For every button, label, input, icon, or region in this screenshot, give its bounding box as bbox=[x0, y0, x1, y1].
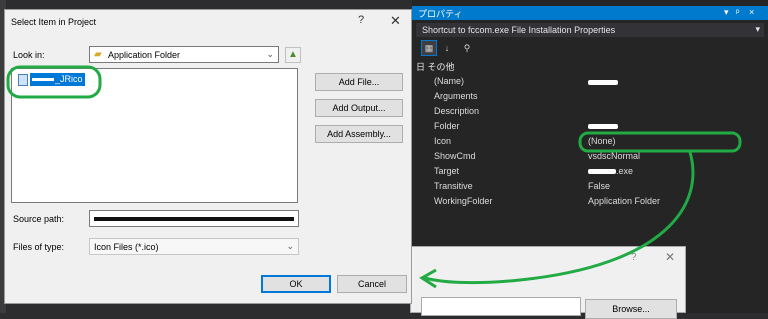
cancel-button[interactable]: Cancel bbox=[337, 275, 407, 293]
look-in-label: Look in: bbox=[13, 50, 45, 60]
category-header[interactable]: 日 その他 bbox=[416, 60, 455, 73]
object-selector-text: Shortcut to fccom.exe File Installation … bbox=[422, 25, 616, 35]
property-row-workingfolder[interactable]: WorkingFolder Application Folder bbox=[416, 195, 764, 209]
folder-icon: ▰ bbox=[94, 49, 102, 60]
properties-titlebar: プロパティ ▾ ᵖ × bbox=[412, 6, 768, 20]
project-item-list[interactable]: _JRico bbox=[11, 68, 298, 203]
property-pages-icon[interactable]: ⚲ bbox=[460, 41, 474, 55]
look-in-combo[interactable]: ▰ Application Folder ⌄ bbox=[89, 46, 279, 63]
property-name: Transitive bbox=[434, 181, 473, 191]
file-icon bbox=[18, 74, 28, 86]
property-name: Target bbox=[434, 166, 460, 176]
redaction-mark bbox=[94, 217, 294, 221]
categorized-icon[interactable]: ▦ bbox=[421, 40, 437, 56]
redaction-mark bbox=[588, 80, 618, 85]
close-icon[interactable]: ✕ bbox=[665, 250, 675, 264]
source-path-label: Source path: bbox=[13, 214, 65, 224]
files-of-type-value: Icon Files (*.ico) bbox=[94, 242, 159, 252]
property-name: ShowCmd bbox=[434, 151, 476, 161]
files-of-type-label: Files of type: bbox=[13, 242, 65, 252]
list-item-text: _JRico bbox=[55, 74, 83, 84]
dialog-title: Select Item in Project bbox=[11, 17, 97, 27]
select-item-dialog: Select Item in Project ? ✕ Look in: ▰ Ap… bbox=[4, 9, 412, 304]
property-name: Folder bbox=[434, 121, 460, 131]
pin-icon[interactable]: ᵖ bbox=[736, 7, 739, 17]
property-name: Description bbox=[434, 106, 480, 116]
property-name: WorkingFolder bbox=[434, 196, 493, 206]
close-icon[interactable]: ✕ bbox=[390, 13, 401, 29]
help-icon[interactable]: ? bbox=[358, 14, 364, 26]
chevron-down-icon: ▾ bbox=[755, 24, 760, 34]
property-value: vsdscNormal bbox=[588, 151, 641, 161]
alphabetical-icon[interactable]: ↓ bbox=[440, 41, 454, 55]
dropdown-icon[interactable]: ▾ bbox=[724, 7, 729, 18]
help-icon[interactable]: ? bbox=[631, 252, 637, 263]
list-item-label: _JRico bbox=[30, 73, 85, 86]
property-value: (None) bbox=[588, 136, 616, 146]
panel-title: プロパティ bbox=[418, 9, 463, 19]
ok-button[interactable]: OK bbox=[261, 275, 331, 293]
property-name: (Name) bbox=[434, 76, 465, 86]
property-name: Arguments bbox=[434, 91, 478, 101]
property-value: False bbox=[588, 181, 611, 191]
redaction-mark bbox=[588, 124, 618, 129]
chevron-down-icon: ⌄ bbox=[266, 49, 274, 59]
redaction-mark bbox=[32, 78, 54, 82]
properties-toolbar: ▦ ↓ ⚲ bbox=[416, 40, 764, 57]
property-row-transitive[interactable]: Transitive False bbox=[416, 180, 764, 194]
add-file-button[interactable]: Add File... bbox=[315, 73, 403, 91]
property-name: Icon bbox=[434, 136, 452, 146]
redaction-mark bbox=[588, 169, 616, 174]
object-selector[interactable]: Shortcut to fccom.exe File Installation … bbox=[416, 23, 764, 37]
property-row-arguments[interactable]: Arguments bbox=[416, 90, 764, 104]
add-output-button[interactable]: Add Output... bbox=[315, 99, 403, 117]
close-icon[interactable]: × bbox=[749, 7, 754, 17]
background-dialog: ? ✕ Browse... bbox=[410, 246, 686, 319]
up-one-level-icon[interactable]: ▲ bbox=[285, 47, 301, 63]
property-row-description[interactable]: Description bbox=[416, 105, 764, 119]
path-field[interactable] bbox=[421, 297, 581, 316]
chevron-down-icon: ⌄ bbox=[286, 241, 294, 251]
property-value: Application Folder bbox=[588, 196, 661, 206]
property-row-folder[interactable]: Folder bbox=[416, 120, 764, 134]
property-row-showcmd[interactable]: ShowCmd vsdscNormal bbox=[416, 150, 764, 164]
files-of-type-combo[interactable]: Icon Files (*.ico) ⌄ bbox=[89, 238, 299, 255]
look-in-value: Application Folder bbox=[108, 50, 181, 60]
source-path-field[interactable] bbox=[89, 210, 299, 227]
browse-button[interactable]: Browse... bbox=[585, 299, 677, 319]
add-assembly-button[interactable]: Add Assembly... bbox=[315, 125, 403, 143]
property-row-icon[interactable]: Icon (None) bbox=[416, 135, 764, 149]
property-row-target[interactable]: Target .exe bbox=[416, 165, 764, 179]
property-row-name[interactable]: (Name) bbox=[416, 75, 764, 89]
property-value: .exe bbox=[616, 166, 634, 176]
